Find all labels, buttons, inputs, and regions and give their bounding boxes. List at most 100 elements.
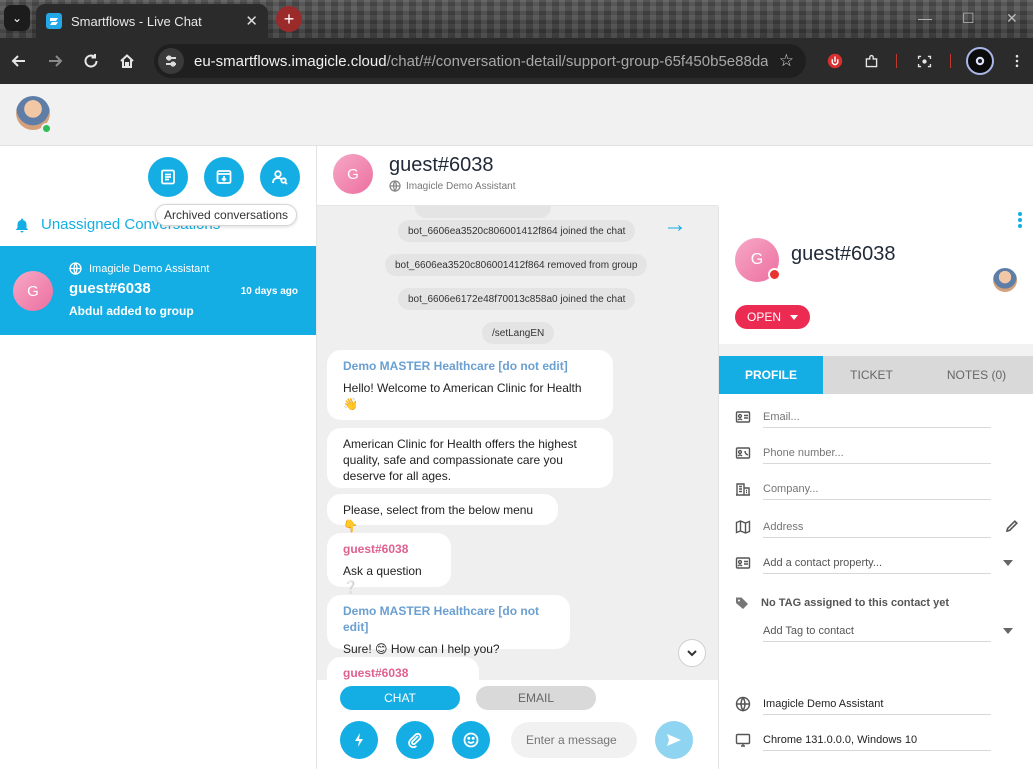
tab-search-button[interactable]: ⌄ <box>4 5 30 31</box>
url-text: eu-smartflows.imagicle.cloud/chat/#/conv… <box>194 52 768 70</box>
divider <box>719 344 1033 356</box>
chat-pane: G guest#6038 Imagicle Demo Assistant bot… <box>317 146 718 769</box>
message-bubble: guest#6038 <box>327 657 479 680</box>
app-header <box>0 84 1033 146</box>
browser-tab-strip: ⌄ Smartflows - Live Chat ✕ + — ☐ ✕ <box>0 0 1033 38</box>
lightning-icon <box>355 733 363 747</box>
conversation-list-pane: Archived conversations Unassigned Conver… <box>0 146 317 769</box>
toolbar-separator <box>950 54 951 68</box>
attach-button[interactable] <box>396 721 434 759</box>
status-dropdown[interactable]: OPEN <box>735 305 810 329</box>
message-bubble: Please, select from the below menu👇 <box>327 494 558 533</box>
new-tab-button[interactable]: + <box>276 6 302 32</box>
scroll-down-button[interactable] <box>678 639 706 667</box>
tab-title: Smartflows - Live Chat <box>71 13 202 29</box>
bookmark-star-icon[interactable]: ☆ <box>779 51 794 71</box>
globe-icon <box>389 180 401 192</box>
arrow-right-icon[interactable]: → <box>663 211 687 239</box>
caret-down-icon[interactable] <box>1003 560 1013 566</box>
tab-notes[interactable]: NOTES (0) <box>920 356 1033 394</box>
message-text: American Clinic for Health offers the hi… <box>343 437 577 483</box>
browser-menu-icon[interactable] <box>1006 50 1028 72</box>
home-icon[interactable] <box>116 50 138 72</box>
message-sender: guest#6038 <box>343 666 409 680</box>
maximize-icon[interactable]: ☐ <box>962 10 975 27</box>
profile-tabs: PROFILE TICKET NOTES (0) <box>719 356 1033 394</box>
tab-close-icon[interactable]: ✕ <box>245 12 258 30</box>
message-sender: Demo MASTER Healthcare [do not edit] <box>343 604 540 634</box>
contact-profile-pane: G guest#6038 OPEN PROFILE TICKET NOTES (… <box>718 206 1033 769</box>
message-list[interactable]: bot_6606ea3520c806001412f864 joined the … <box>317 206 718 680</box>
message-bubble: American Clinic for Health offers the hi… <box>327 428 613 488</box>
site-info-icon[interactable] <box>158 48 184 74</box>
composer: CHAT EMAIL <box>317 680 718 769</box>
emoji-button[interactable] <box>452 721 490 759</box>
message-bubble: Demo MASTER Healthcare [do not edit] Sur… <box>327 595 570 656</box>
browser-tab-active[interactable]: Smartflows - Live Chat ✕ <box>36 4 268 38</box>
contact-avatar: G <box>13 271 53 311</box>
caret-down-icon[interactable] <box>1003 628 1013 634</box>
address-input[interactable] <box>763 516 991 538</box>
conversation-name: guest#6038 <box>69 280 151 297</box>
tab-profile[interactable]: PROFILE <box>719 356 823 394</box>
window-close-icon[interactable]: ✕ <box>1006 10 1018 27</box>
extensions-puzzle-icon[interactable] <box>860 50 882 72</box>
contact-phone-icon <box>735 445 751 461</box>
browser-row: Chrome 131.0.0.0, Windows 10 <box>735 728 1025 752</box>
caret-down-icon <box>790 314 799 320</box>
reload-icon[interactable] <box>80 50 102 72</box>
back-icon[interactable] <box>8 50 30 72</box>
contact-property-row[interactable]: Add a contact property... <box>735 551 1025 575</box>
globe-icon <box>735 696 751 712</box>
browser-value: Chrome 131.0.0.0, Windows 10 <box>763 729 991 751</box>
message-text: Please, select from the below menu👇 <box>343 503 534 533</box>
conversation-list-item[interactable]: G Imagicle Demo Assistant guest#6038 10 … <box>0 246 316 335</box>
company-field-row <box>735 477 1025 501</box>
conversation-bot-label: Imagicle Demo Assistant <box>69 262 209 275</box>
quick-reply-button[interactable] <box>340 721 378 759</box>
id-card-icon <box>735 409 751 425</box>
company-input[interactable] <box>763 478 991 500</box>
send-button[interactable] <box>655 721 693 759</box>
search-contact-button[interactable] <box>260 157 300 197</box>
toolbar-separator <box>896 54 897 68</box>
edit-pencil-icon[interactable] <box>1005 519 1019 533</box>
minimize-icon[interactable]: — <box>918 10 932 26</box>
tab-ticket[interactable]: TICKET <box>823 356 920 394</box>
extension-red-icon[interactable] <box>824 50 846 72</box>
archived-conversations-button[interactable] <box>204 157 244 197</box>
bell-icon <box>16 218 28 232</box>
channel-chat-tab[interactable]: CHAT <box>340 686 460 710</box>
contact-property-select[interactable]: Add a contact property... <box>763 552 991 574</box>
email-input[interactable] <box>763 406 991 428</box>
desktop-icon <box>735 732 751 748</box>
smartflows-favicon-icon <box>46 13 62 29</box>
add-tag-row[interactable]: Add Tag to contact <box>763 619 1025 643</box>
archived-tooltip: Archived conversations <box>155 204 298 226</box>
message-sender: Demo MASTER Healthcare [do not edit] <box>343 359 568 373</box>
forward-icon[interactable] <box>44 50 66 72</box>
message-input[interactable] <box>511 722 637 758</box>
address-field-row <box>735 515 1025 539</box>
address-bar[interactable]: eu-smartflows.imagicle.cloud/chat/#/conv… <box>154 44 806 78</box>
chat-contact-name: guest#6038 <box>389 154 494 176</box>
system-message: bot_6606e6172e48f70013c858a0 joined the … <box>398 288 636 310</box>
no-tag-label: No TAG assigned to this contact yet <box>735 596 949 610</box>
conversations-button[interactable] <box>148 157 188 197</box>
channel-email-tab[interactable]: EMAIL <box>476 686 596 710</box>
chat-contact-subtitle: Imagicle Demo Assistant <box>389 180 516 192</box>
browser-toolbar: eu-smartflows.imagicle.cloud/chat/#/conv… <box>0 38 1033 84</box>
screenshot-icon[interactable] <box>913 50 935 72</box>
offline-status-dot <box>768 268 781 281</box>
message-bubble: guest#6038 Ask a question ❔ <box>327 533 451 594</box>
online-status-dot <box>41 123 52 134</box>
email-field-row <box>735 405 1025 429</box>
system-message: bot_6606ea3520c806001412f864 removed fro… <box>385 254 648 276</box>
add-tag-select[interactable]: Add Tag to contact <box>763 620 991 642</box>
more-options-icon[interactable] <box>1017 212 1023 230</box>
assigned-agent-avatar[interactable] <box>993 268 1017 292</box>
phone-input[interactable] <box>763 442 991 464</box>
conversation-last-message: Abdul added to group <box>69 304 194 318</box>
profile-icon[interactable] <box>966 47 994 75</box>
system-message: /setLangEN <box>482 322 555 344</box>
